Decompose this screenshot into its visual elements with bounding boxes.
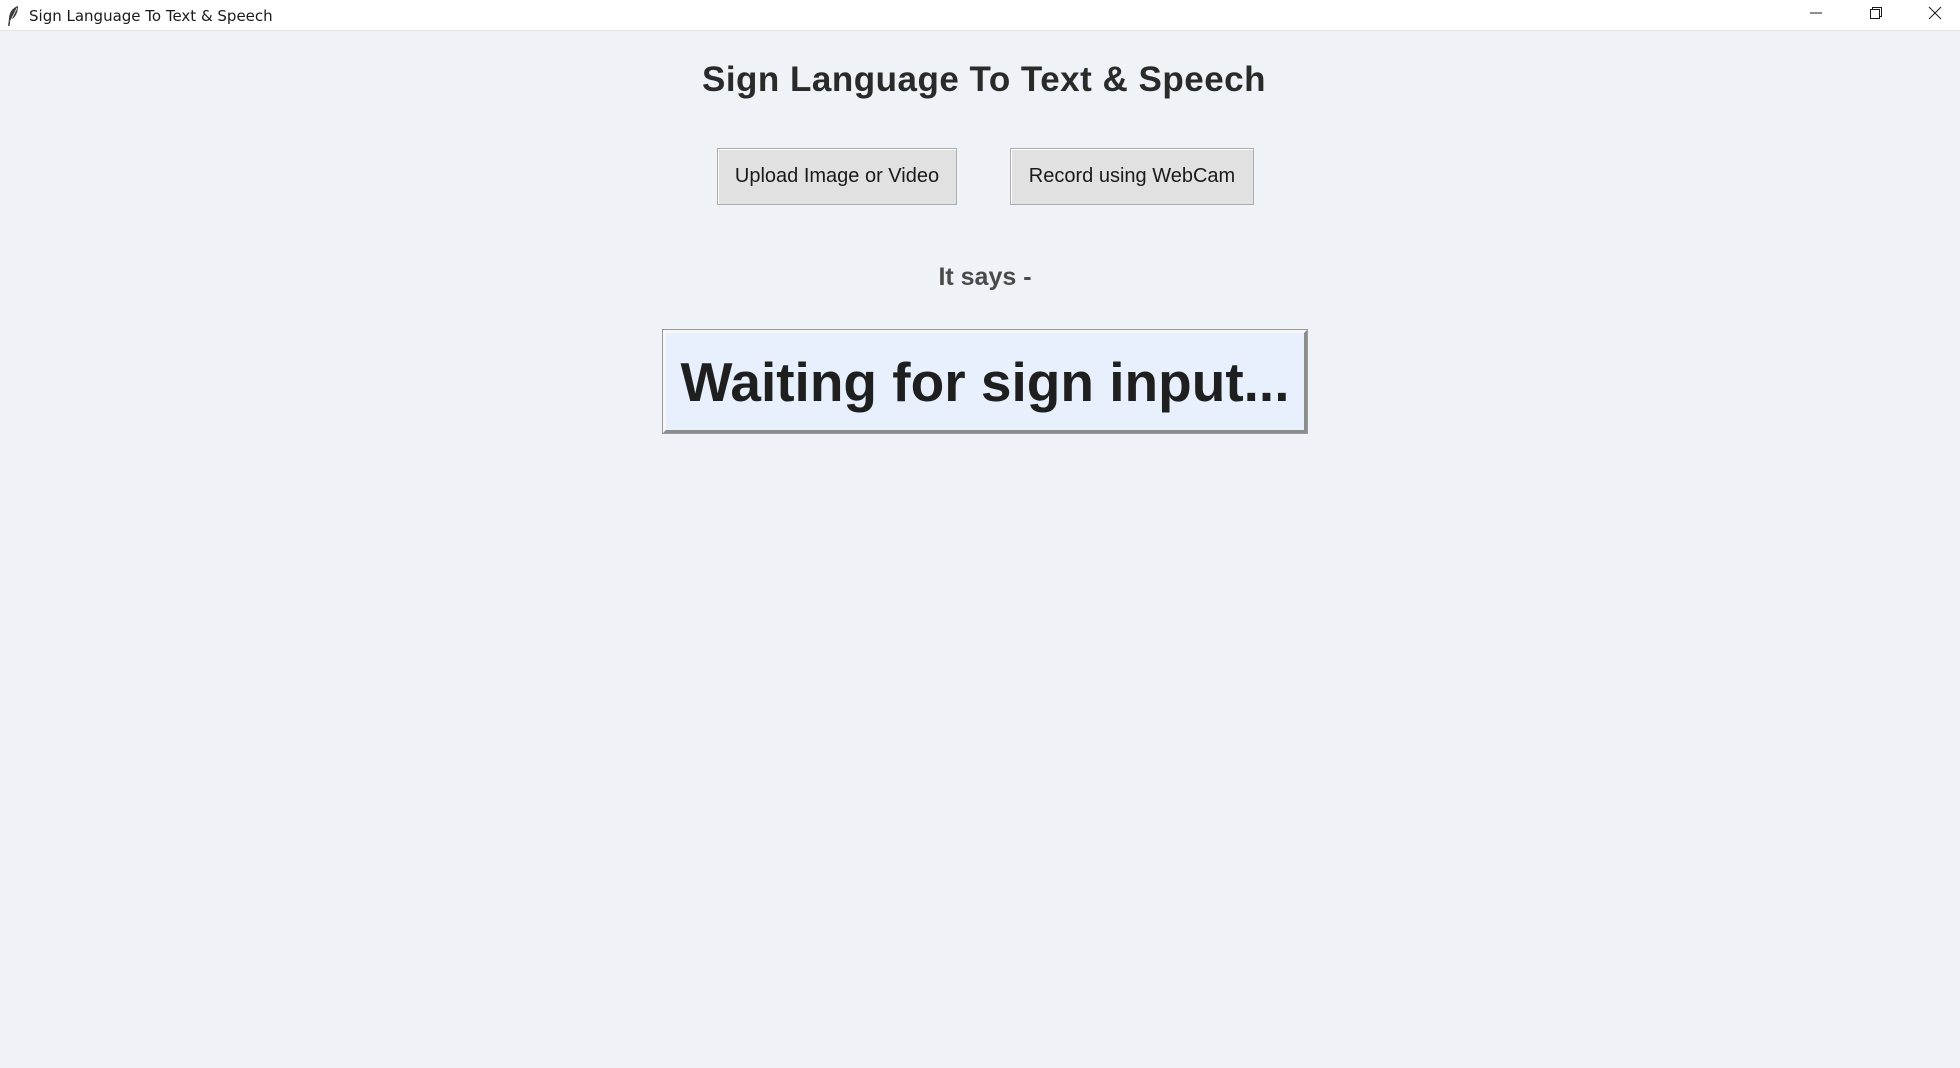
minimize-icon [1809,6,1823,25]
restore-button[interactable] [1847,0,1905,31]
page-title: Sign Language To Text & Speech [701,60,1267,99]
title-bar[interactable]: Sign Language To Text & Speech [0,0,1960,31]
record-webcam-button[interactable]: Record using WebCam [1010,148,1254,205]
result-label: It says - [938,263,1032,291]
close-icon [1928,6,1942,25]
result-output-box: Waiting for sign input... [662,329,1308,434]
app-window: Sign Language To Text & Speech Sign Lang… [0,0,1960,1068]
upload-image-or-video-button[interactable]: Upload Image or Video [717,148,957,205]
restore-icon [1869,6,1883,25]
result-text: Waiting for sign input... [680,350,1290,413]
feather-icon [6,5,20,27]
close-button[interactable] [1906,0,1960,31]
minimize-button[interactable] [1787,0,1845,31]
window-title: Sign Language To Text & Speech [29,7,273,25]
